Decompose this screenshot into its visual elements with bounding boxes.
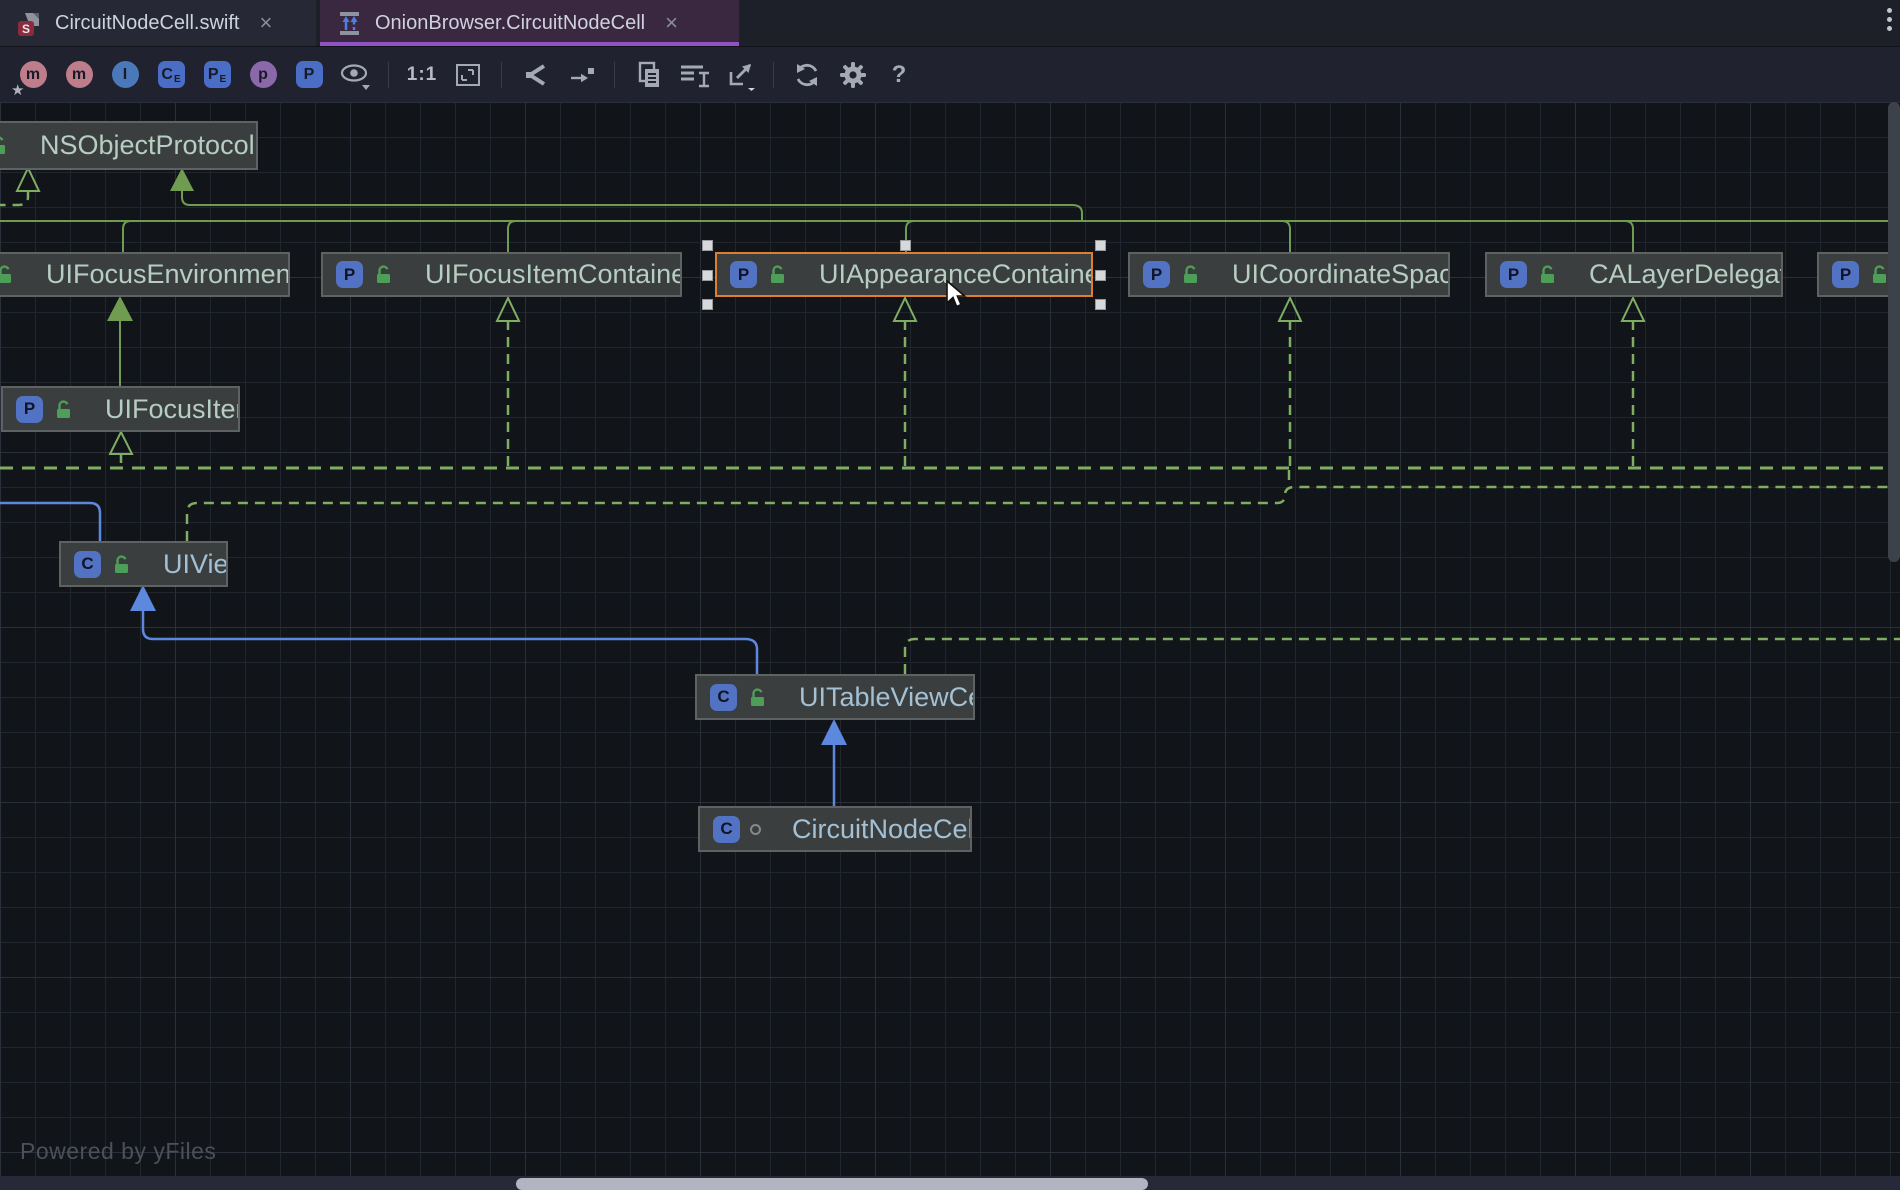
diagram-node-uitableviewcell[interactable]: C UITableViewCell — [695, 674, 975, 720]
open-lock-icon — [373, 264, 394, 285]
visibility-eye-button[interactable] — [335, 55, 375, 95]
node-label: NSObjectProtocol — [22, 130, 258, 161]
collapse-nodes-button[interactable] — [515, 55, 555, 95]
fit-content-button[interactable] — [448, 55, 488, 95]
horizontal-scrollbar-track[interactable] — [0, 1176, 1900, 1190]
protocol-badge-icon: P — [1832, 261, 1859, 288]
selection-handle[interactable] — [702, 270, 713, 281]
horizontal-scrollbar-thumb[interactable] — [516, 1178, 1148, 1190]
open-lock-icon — [747, 687, 768, 708]
class-badge-icon: C — [74, 551, 101, 578]
filter-methods-button[interactable]: m — [59, 55, 99, 95]
filter-protocol-extensions-button[interactable]: PE — [197, 55, 237, 95]
filter-class-extensions-button[interactable]: CE — [151, 55, 191, 95]
tab-label: OnionBrowser.CircuitNodeCell — [375, 12, 645, 35]
protocol-badge-icon: P — [1500, 261, 1527, 288]
selection-handle[interactable] — [1095, 240, 1106, 251]
diagram-node-circuitnodecell[interactable]: C CircuitNodeCell — [698, 806, 972, 852]
toolbar-separator — [614, 62, 615, 88]
diagram-node-calayerdelegate[interactable]: P CALayerDelegate — [1485, 252, 1783, 297]
selection-handle[interactable] — [1095, 270, 1106, 281]
toolbar-separator — [388, 62, 389, 88]
internal-visibility-icon — [750, 824, 761, 835]
diagram-node-uifocusitem[interactable]: P UIFocusItem — [1, 386, 240, 432]
diagram-node-uiappearancecontainer[interactable]: P UIAppearanceContainer — [715, 252, 1093, 297]
star-overlay-icon: ★ — [11, 81, 24, 99]
node-label: UIFocusEnvironment — [28, 259, 290, 290]
kebab-menu-icon[interactable] — [1883, 8, 1895, 40]
node-label: CircuitNodeCell — [774, 814, 972, 845]
settings-gear-button[interactable] — [833, 55, 873, 95]
svg-text:S: S — [22, 22, 30, 36]
open-lock-icon — [0, 135, 9, 156]
open-lock-icon — [0, 264, 15, 285]
class-badge-icon: C — [710, 684, 737, 711]
diagram-node-nsobjectprotocol[interactable]: P NSObjectProtocol — [0, 121, 258, 170]
node-label: CALayerDelegate — [1571, 259, 1783, 290]
dropdown-arrow-icon — [748, 88, 755, 91]
selection-handle[interactable] — [702, 240, 713, 251]
selection-handle[interactable] — [1095, 299, 1106, 310]
dropdown-arrow-icon — [362, 85, 370, 90]
export-diagram-button[interactable] — [720, 55, 760, 95]
diagram-node-uifocusenvironment[interactable]: P UIFocusEnvironment — [0, 252, 290, 297]
node-label: UIView — [145, 549, 228, 580]
open-lock-icon — [1537, 264, 1558, 285]
open-lock-icon — [1869, 264, 1890, 285]
help-button[interactable]: ? — [879, 55, 919, 95]
tab-uml-diagram[interactable]: OnionBrowser.CircuitNodeCell × — [320, 0, 739, 46]
diagram-canvas[interactable]: P NSObjectProtocol P UIFocusEnvironment … — [0, 102, 1900, 1176]
diagram-node-uiview[interactable]: C UIView — [59, 541, 228, 587]
uml-diagram-icon — [336, 10, 363, 37]
tab-close-icon[interactable]: × — [665, 12, 678, 34]
filter-methods-annotation-button[interactable]: m ★ — [13, 55, 53, 95]
protocol-badge-icon: P — [336, 261, 363, 288]
diagram-toolbar: m ★ m I CE PE p P 1:1 — [0, 47, 1900, 102]
node-label: UICoordinateSpace — [1214, 259, 1450, 290]
vertical-scrollbar-thumb[interactable] — [1888, 102, 1900, 562]
node-label: UITableViewCell — [781, 682, 975, 713]
open-lock-icon — [53, 399, 74, 420]
show-edge-labels-button[interactable] — [561, 55, 601, 95]
selection-handle[interactable] — [900, 240, 911, 251]
node-label: UIFocusItem — [87, 394, 240, 425]
filter-instance-members-button[interactable]: I — [105, 55, 145, 95]
toolbar-separator — [773, 62, 774, 88]
refresh-button[interactable] — [787, 55, 827, 95]
copy-diagram-button[interactable] — [628, 55, 668, 95]
diagram-node-uicoordinatespace[interactable]: P UICoordinateSpace — [1128, 252, 1450, 297]
protocol-badge-icon: P — [16, 396, 43, 423]
filter-properties-button[interactable]: p — [243, 55, 283, 95]
class-badge-icon: C — [713, 816, 740, 843]
edit-node-labels-button[interactable] — [674, 55, 714, 95]
actual-size-button[interactable]: 1:1 — [402, 55, 442, 95]
swift-file-icon: S — [16, 10, 43, 37]
node-label: UIFocusItemContainer — [407, 259, 682, 290]
selection-handle[interactable] — [702, 299, 713, 310]
tab-label: CircuitNodeCell.swift — [55, 12, 240, 35]
protocol-badge-icon: P — [730, 261, 757, 288]
tab-circuitnodecell-swift[interactable]: S CircuitNodeCell.swift × — [0, 0, 316, 46]
diagram-node-uifocusitemcontainer[interactable]: P UIFocusItemContainer — [321, 252, 682, 297]
filter-protocols-button[interactable]: P — [289, 55, 329, 95]
yfiles-watermark: Powered by yFiles — [20, 1138, 216, 1165]
open-lock-icon — [111, 554, 132, 575]
toolbar-separator — [501, 62, 502, 88]
ide-window: S CircuitNodeCell.swift × OnionBrowser.C… — [0, 0, 1900, 1190]
mouse-cursor — [945, 280, 973, 310]
open-lock-icon — [767, 264, 788, 285]
editor-tab-bar: S CircuitNodeCell.swift × OnionBrowser.C… — [0, 0, 1900, 47]
tab-close-icon[interactable]: × — [260, 12, 273, 34]
protocol-badge-icon: P — [1143, 261, 1170, 288]
open-lock-icon — [1180, 264, 1201, 285]
